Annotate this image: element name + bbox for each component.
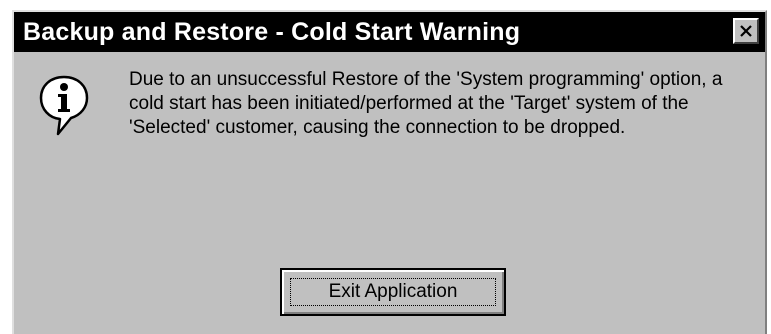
window-title: Backup and Restore - Cold Start Warning <box>23 18 521 46</box>
warning-message: Due to an unsuccessful Restore of the 'S… <box>129 69 723 138</box>
close-icon <box>740 25 752 37</box>
info-icon <box>39 75 89 136</box>
title-bar[interactable]: Backup and Restore - Cold Start Warning <box>14 12 765 52</box>
close-button[interactable] <box>733 18 759 44</box>
exit-application-button[interactable]: Exit Application <box>280 268 506 316</box>
warning-dialog: Backup and Restore - Cold Start Warning … <box>12 10 767 334</box>
exit-application-label: Exit Application <box>328 281 458 302</box>
